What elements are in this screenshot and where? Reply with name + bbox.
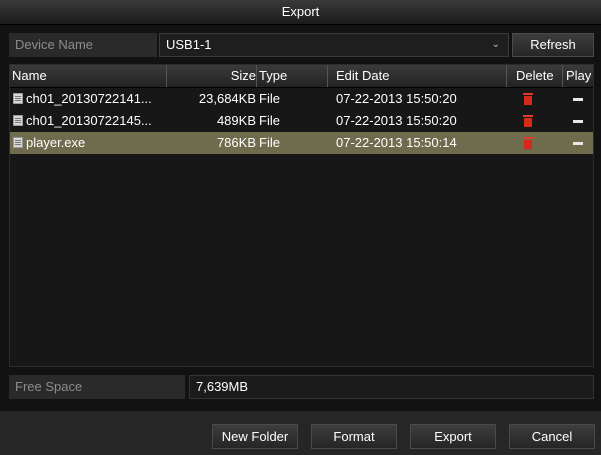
column-header-name[interactable]: Name — [10, 65, 167, 87]
chevron-down-icon: ⌄ — [491, 39, 500, 50]
dialog-footer: New Folder Format Export Cancel — [0, 411, 601, 455]
free-space-label: Free Space — [9, 375, 185, 399]
table-header: Name Size Type Edit Date Delete Play — [10, 65, 593, 88]
column-header-type[interactable]: Type — [259, 65, 328, 87]
device-name-label: Device Name — [9, 33, 157, 57]
delete-icon[interactable] — [523, 115, 533, 127]
file-size: 786KB — [216, 135, 256, 150]
file-name: ch01_20130722141... — [26, 91, 152, 106]
file-type: File — [259, 91, 280, 106]
file-name: ch01_20130722145... — [26, 113, 152, 128]
file-edit-date: 07-22-2013 15:50:20 — [336, 113, 457, 128]
device-select-value: USB1-1 — [166, 37, 212, 52]
play-icon[interactable] — [573, 142, 583, 145]
column-header-delete: Delete — [516, 65, 563, 87]
new-folder-button[interactable]: New Folder — [212, 424, 298, 449]
table-row-selected[interactable]: player.exe 786KB File 07-22-2013 15:50:1… — [10, 132, 593, 154]
file-icon — [13, 137, 23, 148]
file-icon — [13, 93, 23, 104]
delete-icon[interactable] — [523, 137, 533, 149]
dialog-title: Export — [0, 0, 601, 25]
file-name: player.exe — [26, 135, 86, 150]
refresh-button[interactable]: Refresh — [512, 33, 594, 57]
export-dialog: Export Device Name USB1-1 ⌄ Refresh Name… — [0, 0, 601, 455]
column-header-size[interactable]: Size — [167, 65, 257, 87]
file-icon — [13, 115, 23, 126]
device-row: Device Name USB1-1 ⌄ Refresh — [9, 33, 594, 57]
column-header-play: Play — [566, 68, 592, 83]
play-icon[interactable] — [573, 98, 583, 101]
file-table: Name Size Type Edit Date Delete Play ch0… — [9, 64, 594, 367]
delete-icon[interactable] — [523, 93, 533, 105]
device-select[interactable]: USB1-1 ⌄ — [159, 33, 509, 57]
cancel-button[interactable]: Cancel — [509, 424, 595, 449]
free-space-value: 7,639MB — [189, 375, 594, 399]
file-type: File — [259, 135, 280, 150]
table-row[interactable]: ch01_20130722145... 489KB File 07-22-201… — [10, 110, 593, 132]
format-button[interactable]: Format — [311, 424, 397, 449]
file-edit-date: 07-22-2013 15:50:20 — [336, 91, 457, 106]
file-size: 23,684KB — [198, 91, 256, 106]
column-header-edit-date[interactable]: Edit Date — [336, 65, 507, 87]
free-space-row: Free Space 7,639MB — [9, 375, 594, 399]
file-edit-date: 07-22-2013 15:50:14 — [336, 135, 457, 150]
table-row[interactable]: ch01_20130722141... 23,684KB File 07-22-… — [10, 88, 593, 110]
export-button[interactable]: Export — [410, 424, 496, 449]
play-icon[interactable] — [573, 120, 583, 123]
file-size: 489KB — [216, 113, 256, 128]
file-type: File — [259, 113, 280, 128]
